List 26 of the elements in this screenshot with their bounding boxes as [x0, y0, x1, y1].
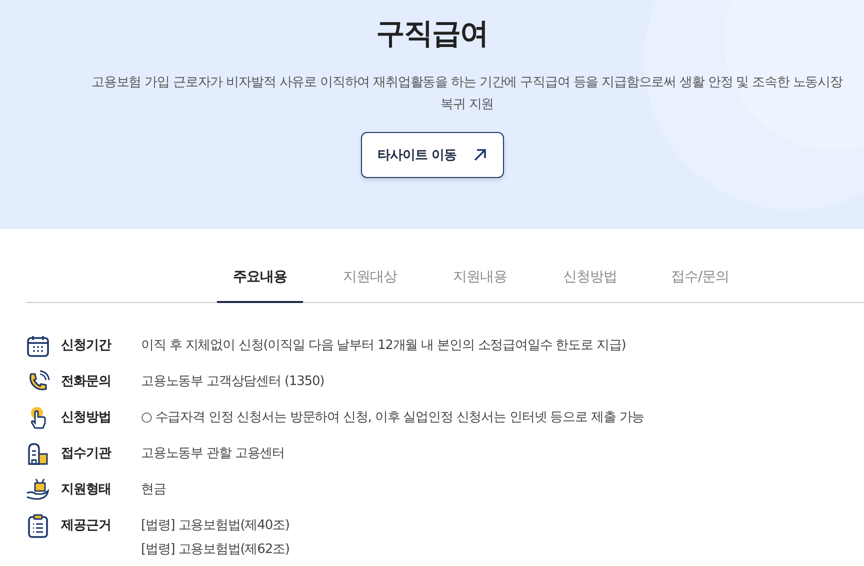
tab[interactable]: 주요내용 — [217, 253, 303, 303]
arrow-icon — [472, 148, 487, 162]
clipboard-list-icon — [26, 514, 50, 538]
tab[interactable]: 지원대상 — [327, 253, 413, 303]
building-icon — [26, 442, 50, 466]
detail-value: 고용노동부 고객상담센터 (1350) — [141, 373, 324, 391]
tab[interactable]: 지원내용 — [437, 253, 523, 303]
detail-value: 현금 — [141, 481, 166, 499]
detail-label: 지원형태 — [61, 481, 112, 499]
tab[interactable]: 접수/문의 — [657, 253, 743, 303]
calendar-icon — [26, 334, 50, 358]
detail-value: 고용노동부 관할 고용센터 — [141, 445, 284, 463]
detail-value: 이직 후 지체없이 신청(이직일 다음 날부터 12개월 내 본인의 소정급여일수 한도로 지급) — [141, 337, 626, 355]
detail-value: [법령] 고용보험법(제40조) — [141, 517, 290, 535]
detail-label: 제공근거 — [61, 517, 112, 535]
detail-label: 신청방법 — [61, 409, 112, 427]
detail-label: 접수기관 — [61, 445, 112, 463]
detail-label: 신청기간 — [61, 337, 112, 355]
page-title: 구직급여 — [376, 15, 488, 52]
external-site-button[interactable]: 타사이트 이동 — [360, 132, 504, 178]
description: 고용보험 가입 근로자가 비자발적 사유로 이직하여 재취업활동을 하는 기간에 구직급여 등을 지급함으로써 생활 안정 및 조속한 노동시장 복귀 지원 — [90, 74, 844, 114]
detail-value: ○ 수급자격 인정 신청서는 방문하여 신청, 이후 실업인정 신청서는 인터넷 등으로 제출 가능 — [141, 409, 644, 427]
detail-value: [법령] 고용보험법(제62조) — [141, 541, 290, 559]
tab[interactable]: 신청방법 — [547, 253, 633, 303]
hand-gift-icon — [26, 478, 50, 502]
detail-label: 전화문의 — [61, 373, 112, 391]
